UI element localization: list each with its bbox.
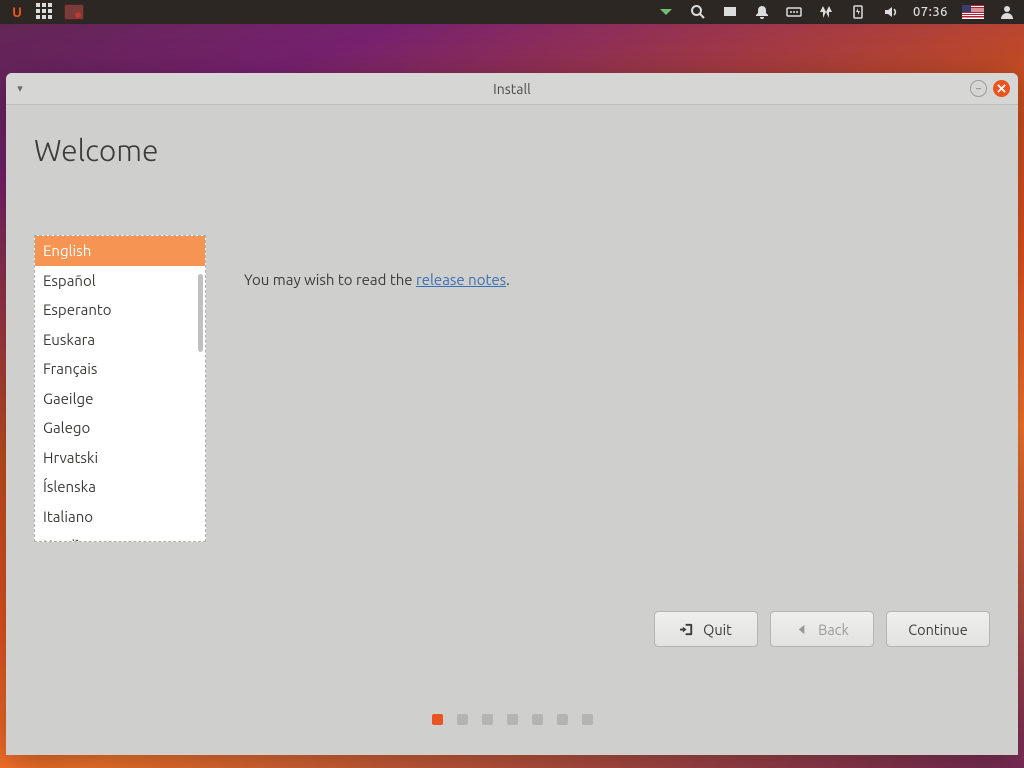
language-option[interactable]: Galego xyxy=(35,413,205,443)
step-dot xyxy=(557,714,568,725)
step-dot xyxy=(457,714,468,725)
language-option[interactable]: Hrvatski xyxy=(35,443,205,473)
window-titlebar[interactable]: ▾ Install – xyxy=(6,73,1018,105)
language-option[interactable]: Français xyxy=(35,354,205,384)
installer-window: ▾ Install – Welcome EnglishEspañolEspera… xyxy=(6,73,1018,755)
button-row: Quit Back Continue xyxy=(654,611,990,647)
step-dot xyxy=(432,714,443,725)
language-option[interactable]: Español xyxy=(35,266,205,296)
top-panel: U 07:36 xyxy=(0,0,1024,24)
window-minimize-button[interactable]: – xyxy=(970,80,987,97)
release-notes-text: You may wish to read the release notes. xyxy=(244,271,510,288)
language-option[interactable]: Íslenska xyxy=(35,472,205,502)
user-icon[interactable] xyxy=(998,3,1016,21)
quit-button[interactable]: Quit xyxy=(654,611,758,647)
step-dot xyxy=(532,714,543,725)
window-title: Install xyxy=(6,81,1018,97)
release-notes-link[interactable]: release notes xyxy=(416,271,506,288)
desktop: U 07:36 ▾ Install – xyxy=(0,0,1024,768)
clock[interactable]: 07:36 xyxy=(913,5,948,19)
continue-button[interactable]: Continue xyxy=(886,611,990,647)
keyboard-icon[interactable] xyxy=(785,3,803,21)
notifications-icon[interactable] xyxy=(753,3,771,21)
distro-logo-icon[interactable]: U xyxy=(8,3,26,21)
language-option[interactable]: Italiano xyxy=(35,502,205,532)
battery-icon[interactable] xyxy=(849,3,867,21)
step-indicator xyxy=(6,714,1018,725)
installer-content: Welcome EnglishEspañolEsperantoEuskaraFr… xyxy=(6,105,1018,755)
workspace-icon[interactable] xyxy=(721,3,739,21)
language-list[interactable]: EnglishEspañolEsperantoEuskaraFrançaisGa… xyxy=(34,235,206,542)
language-option[interactable]: Kurdî xyxy=(35,531,205,542)
step-dot xyxy=(482,714,493,725)
back-button: Back xyxy=(770,611,874,647)
language-option[interactable]: Gaeilge xyxy=(35,384,205,414)
arrow-left-icon xyxy=(795,622,810,637)
search-icon[interactable] xyxy=(689,3,707,21)
screenshot-tray-icon[interactable] xyxy=(64,4,84,20)
language-option[interactable]: English xyxy=(35,236,205,266)
scrollbar[interactable] xyxy=(198,274,203,352)
network-icon[interactable] xyxy=(817,3,835,21)
step-dot xyxy=(582,714,593,725)
step-dot xyxy=(507,714,518,725)
language-option[interactable]: Esperanto xyxy=(35,295,205,325)
dropdown-icon[interactable] xyxy=(657,3,675,21)
language-flag-icon[interactable] xyxy=(962,5,984,19)
volume-icon[interactable] xyxy=(881,3,899,21)
language-option[interactable]: Euskara xyxy=(35,325,205,355)
applications-icon[interactable] xyxy=(36,3,54,21)
exit-icon xyxy=(680,622,695,637)
window-close-button[interactable] xyxy=(993,80,1010,97)
page-heading: Welcome xyxy=(34,133,990,167)
